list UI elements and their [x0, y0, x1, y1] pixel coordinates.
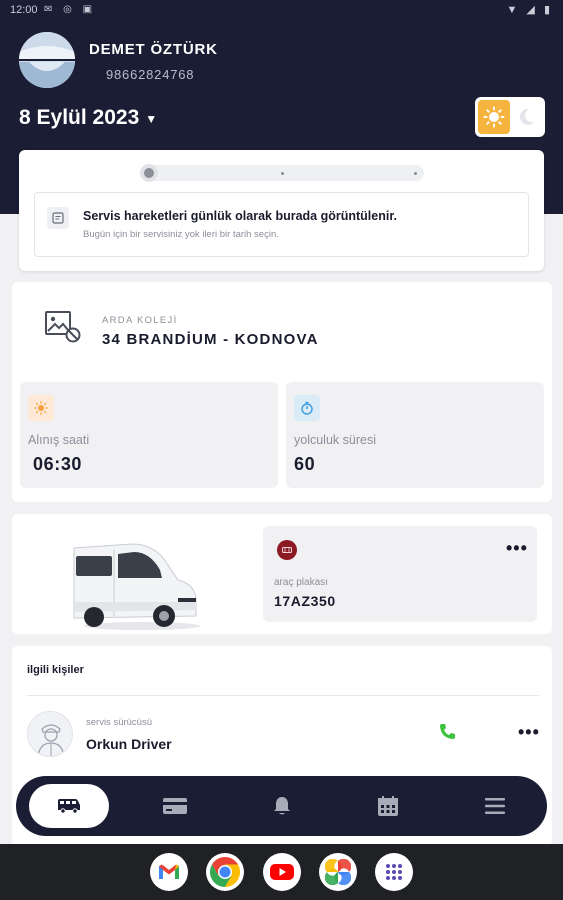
nav-menu-button[interactable] [455, 784, 535, 828]
driver-avatar [27, 711, 73, 757]
pickup-time-value: 06:30 [33, 454, 83, 474]
calendar-icon [378, 796, 398, 816]
plate-label: araç plakası [274, 577, 328, 588]
theme-toggle[interactable] [475, 97, 545, 137]
school-name: ARDA KOLEJİ [102, 315, 178, 326]
nav-payments-button[interactable] [135, 784, 215, 828]
menu-icon [485, 798, 505, 814]
photos-icon[interactable] [319, 853, 357, 891]
day-slider-handle[interactable] [140, 164, 158, 182]
app-drawer-icon[interactable] [375, 853, 413, 891]
date-selector[interactable]: 8 Eylül 2023 ▼ [19, 106, 157, 130]
gmail-icon[interactable] [150, 853, 188, 891]
light-mode-button[interactable] [478, 100, 510, 134]
user-name: DEMET ÖZTÜRK [89, 41, 218, 58]
driver-more-button[interactable]: ••• [518, 722, 540, 743]
van-image [73, 543, 200, 630]
chevron-down-icon: ▼ [145, 112, 158, 126]
notice-box [34, 192, 529, 257]
driver-icon [37, 724, 65, 756]
trip-duration-label: yolculuk süresi [294, 433, 376, 447]
driver-name: Orkun Driver [86, 736, 172, 752]
status-bar: 12:00 ✉ ◎ ▣ ▼ ◢ ▮ [0, 0, 563, 22]
date-label: 8 Eylül 2023 [19, 106, 140, 129]
vehicle-more-button[interactable]: ••• [506, 538, 528, 559]
driver-role: servis sürücüsü [86, 717, 152, 728]
nav-services-button[interactable] [29, 784, 109, 828]
nav-notifications-button[interactable] [242, 784, 322, 828]
pickup-time-label: Alınış saati [28, 433, 90, 447]
user-phone: 98662824768 [106, 67, 195, 82]
user-avatar[interactable] [19, 32, 75, 88]
nav-calendar-button[interactable] [348, 784, 428, 828]
moon-icon [519, 108, 534, 125]
notice-subtitle: Bugün için bir servisiniz yok ileri bir … [83, 229, 279, 240]
card-icon [163, 798, 187, 814]
status-system-icons: ▼ ◢ ▮ [506, 4, 553, 16]
plate-value: 17AZ350 [274, 593, 336, 609]
notice-title: Servis hareketleri günlük olarak burada … [83, 209, 397, 223]
bus-icon [58, 799, 80, 814]
avatar-image [19, 32, 75, 88]
phone-icon[interactable] [437, 722, 457, 742]
sun-icon [483, 106, 505, 128]
trip-duration-value: 60 [294, 454, 316, 474]
route-name: 34 BRANDİUM - KODNOVA [102, 331, 319, 348]
status-notification-icons: ✉ ◎ ▣ [44, 4, 97, 15]
stopwatch-icon [294, 395, 320, 421]
slider-step-dot [281, 172, 284, 175]
slider-step-dot [414, 172, 417, 175]
sun-icon [28, 395, 54, 421]
document-icon [47, 207, 69, 229]
image-unavailable-icon [45, 311, 81, 343]
dark-mode-button[interactable] [510, 100, 542, 134]
youtube-icon[interactable] [263, 853, 301, 891]
chrome-icon[interactable] [206, 853, 244, 891]
divider [27, 695, 539, 696]
fiat-logo-icon [277, 540, 297, 560]
status-time: 12:00 [10, 4, 38, 16]
contacts-title: ilgili kişiler [27, 664, 84, 676]
bell-icon [274, 797, 290, 815]
